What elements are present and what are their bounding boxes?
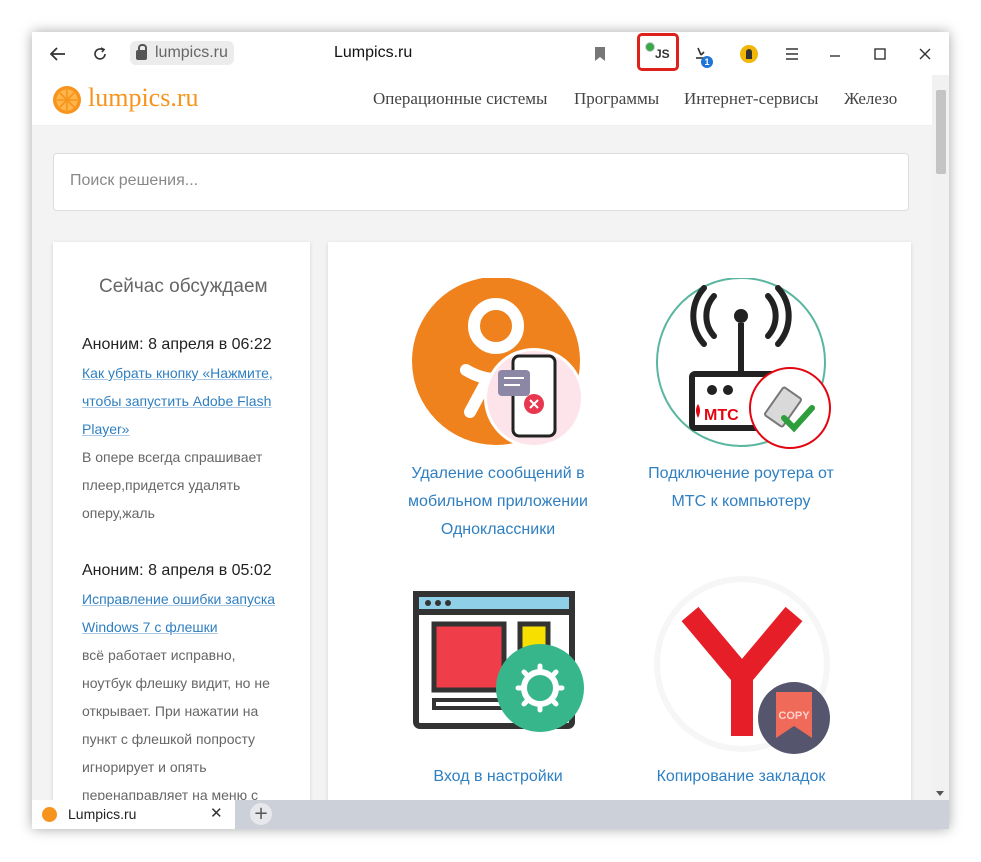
vertical-scrollbar[interactable] xyxy=(932,75,949,800)
close-window-icon[interactable] xyxy=(914,43,936,65)
tab-label: Lumpics.ru xyxy=(68,806,137,822)
comment-item: Аноним: 8 апреля в 06:22 Как убрать кноп… xyxy=(82,331,287,527)
comment-article-link[interactable]: Как убрать кнопку «Нажмите, чтобы запуст… xyxy=(82,359,287,443)
page-content: Сейчас обсуждаем Аноним: 8 апреля в 06:2… xyxy=(32,126,932,800)
orange-favicon-icon xyxy=(42,807,57,822)
new-tab-button[interactable]: + xyxy=(250,803,272,825)
js-extension-button[interactable]: JS xyxy=(643,41,671,63)
copy-badge-text: COPY xyxy=(778,710,810,722)
comment-article-link[interactable]: Исправление ошибки запуска Windows 7 с ф… xyxy=(82,585,287,641)
browser-window: lumpics.ru Lumpics.ru JS 1 lumpics.ru Оп… xyxy=(32,32,949,829)
browser-toolbar: lumpics.ru Lumpics.ru JS 1 xyxy=(32,32,949,75)
comment-text: В опере всегда спрашивает плеер,придется… xyxy=(82,449,263,521)
article-title-link[interactable]: Вход в настройки xyxy=(398,763,598,791)
scroll-down-arrow-icon[interactable] xyxy=(936,791,944,796)
yandex-bookmarks-article-image[interactable]: COPY xyxy=(650,576,836,754)
tab-strip: Lumpics.ru ✕ + xyxy=(32,800,949,829)
article-title-link[interactable]: Удаление сообщений в мобильном приложени… xyxy=(398,460,598,544)
bookmark-icon[interactable] xyxy=(589,43,611,65)
tab-close-icon[interactable]: ✕ xyxy=(210,804,223,822)
profile-icon[interactable] xyxy=(740,45,758,63)
browser-tab[interactable]: Lumpics.ru ✕ xyxy=(32,800,235,829)
article-title-link[interactable]: Копирование закладок xyxy=(641,763,841,791)
discussion-sidebar: Сейчас обсуждаем Аноним: 8 апреля в 06:2… xyxy=(53,242,310,800)
scrollbar-thumb[interactable] xyxy=(936,90,946,174)
article-title-link[interactable]: Подключение роутера от МТС к компьютеру xyxy=(641,460,841,516)
mts-router-article-image[interactable]: МТС xyxy=(654,278,834,450)
orange-logo-icon[interactable] xyxy=(53,86,81,114)
comment-author: Аноним: 8 апреля в 05:02 xyxy=(82,562,272,579)
minimize-icon[interactable] xyxy=(824,43,846,65)
comment-item: Аноним: 8 апреля в 05:02 Исправление оши… xyxy=(82,557,287,800)
comment-text: всё работает исправно, ноутбук флешку ви… xyxy=(82,647,270,800)
download-count-badge: 1 xyxy=(701,56,713,68)
js-extension-label: JS xyxy=(655,47,670,61)
address-bar[interactable]: lumpics.ru xyxy=(130,41,234,65)
reload-icon[interactable] xyxy=(89,43,111,65)
mts-logo-text: МТС xyxy=(704,407,739,424)
page-title: Lumpics.ru xyxy=(334,44,413,61)
lock-icon xyxy=(136,44,147,60)
site-logo[interactable]: lumpics.ru xyxy=(88,83,199,113)
back-arrow-icon[interactable] xyxy=(47,43,69,65)
articles-grid: Удаление сообщений в мобильном приложени… xyxy=(328,242,911,800)
maximize-icon[interactable] xyxy=(869,43,891,65)
nav-programs[interactable]: Программы xyxy=(574,89,659,109)
menu-icon[interactable] xyxy=(781,43,803,65)
extension-status-icon xyxy=(645,42,655,52)
nav-internet-services[interactable]: Интернет-сервисы xyxy=(684,89,818,109)
comment-author: Аноним: 8 апреля в 06:22 xyxy=(82,336,272,353)
nav-os[interactable]: Операционные системы xyxy=(373,89,547,109)
site-header: lumpics.ru Операционные системы Программ… xyxy=(32,75,932,126)
odnoklassniki-article-image[interactable] xyxy=(412,278,588,448)
search-box[interactable] xyxy=(53,153,909,211)
sidebar-title: Сейчас обсуждаем xyxy=(99,276,268,297)
search-input[interactable] xyxy=(68,171,892,191)
address-url: lumpics.ru xyxy=(155,44,228,61)
settings-article-image[interactable] xyxy=(412,578,592,742)
nav-hardware[interactable]: Железо xyxy=(844,89,897,109)
